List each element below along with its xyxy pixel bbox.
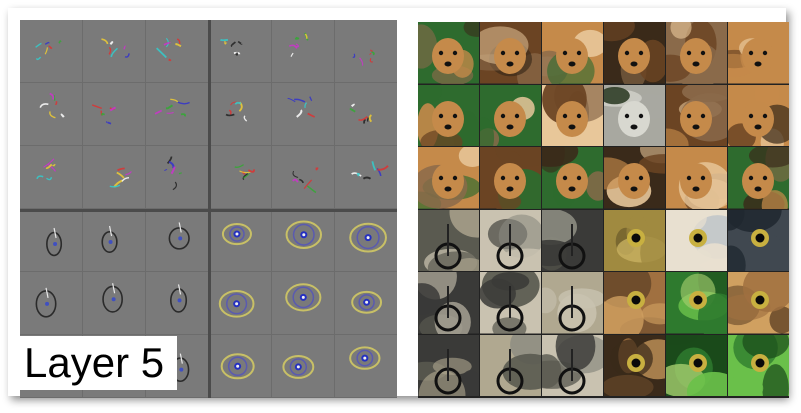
feature-map-cell — [82, 271, 146, 335]
feature-map-cell — [145, 208, 209, 272]
feature-map-cell — [208, 82, 272, 146]
feature-map-cell — [334, 208, 397, 272]
lizard-patch — [666, 334, 727, 396]
lizard-patch — [666, 272, 727, 334]
lizard-patch — [728, 334, 789, 396]
dog-patch — [480, 22, 541, 84]
bird-eye-patch — [666, 209, 727, 271]
feature-map-cell — [271, 334, 335, 398]
feature-map-cell — [82, 82, 146, 146]
unicycle-patch — [418, 272, 479, 334]
image-patch-panel — [418, 22, 789, 398]
unicycle-patch — [542, 209, 603, 271]
dog-patch — [480, 147, 541, 209]
dog-patch — [666, 147, 727, 209]
unicycle-patch — [542, 334, 603, 396]
dog-patch — [728, 147, 789, 209]
feature-map-cell — [271, 271, 335, 335]
dog-patch — [418, 147, 479, 209]
bird-patch — [604, 334, 665, 396]
feature-map-cell — [208, 20, 272, 83]
dog-patch — [480, 84, 541, 146]
feature-map-cell — [334, 271, 397, 335]
feature-map-cell — [20, 208, 83, 272]
bird-patch — [728, 272, 789, 334]
wolf-patch — [604, 84, 665, 146]
feature-map-cell — [208, 271, 272, 335]
unicycle-patch — [480, 272, 541, 334]
dog-patch — [418, 22, 479, 84]
layer-label: Layer 5 — [24, 339, 165, 386]
dog-patch — [604, 22, 665, 84]
feature-map-cell — [20, 271, 83, 335]
feature-map-cell — [20, 82, 83, 146]
unicycle-patch — [418, 209, 479, 271]
dog-patch — [542, 147, 603, 209]
dog-patch — [728, 84, 789, 146]
feature-map-cell — [334, 334, 397, 398]
feature-map-cell — [334, 20, 397, 83]
feature-map-cell — [82, 208, 146, 272]
feature-map-cell — [271, 208, 335, 272]
layer-label-box: Layer 5 — [12, 336, 177, 390]
bird-patch — [604, 272, 665, 334]
feature-map-cell — [145, 20, 209, 83]
feature-map-cell — [208, 208, 272, 272]
feature-map-cell — [208, 145, 272, 209]
unicycle-patch — [480, 334, 541, 396]
feature-map-cell — [271, 82, 335, 146]
feature-map-cell — [145, 271, 209, 335]
feature-map-cell — [271, 145, 335, 209]
dog-patch — [666, 84, 727, 146]
feature-map-cell — [271, 20, 335, 83]
feature-map-cell — [334, 145, 397, 209]
dog-patch — [542, 84, 603, 146]
dog-patch — [728, 22, 789, 84]
unicycle-patch — [480, 209, 541, 271]
feature-map-cell — [145, 145, 209, 209]
feature-map-cell — [208, 334, 272, 398]
group-divider-horizontal — [20, 209, 397, 212]
feature-map-cell — [82, 20, 146, 83]
dog-patch — [418, 84, 479, 146]
dog-patch — [666, 22, 727, 84]
feature-map-cell — [334, 82, 397, 146]
dog-patch — [604, 147, 665, 209]
feature-map-cell — [145, 82, 209, 146]
feature-map-cell — [20, 145, 83, 209]
feature-map-cell — [20, 20, 83, 83]
reptile-eye-patch — [604, 209, 665, 271]
unicycle-patch — [418, 334, 479, 396]
feature-map-cell — [82, 145, 146, 209]
bird-eye-patch — [728, 209, 789, 271]
dog-patch — [542, 22, 603, 84]
unicycle-patch — [542, 272, 603, 334]
